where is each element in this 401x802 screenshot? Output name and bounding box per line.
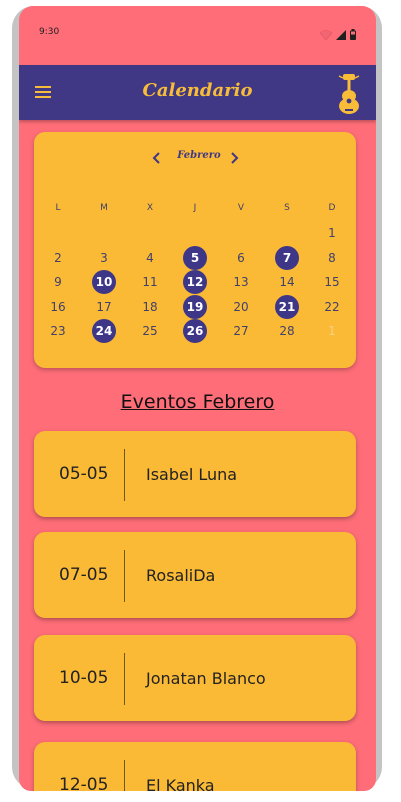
wifi-icon — [320, 30, 332, 40]
calendar-day[interactable]: 9 — [46, 270, 70, 294]
calendar-day[interactable]: 18 — [138, 295, 162, 319]
calendar-day[interactable]: 28 — [275, 319, 299, 343]
calendar-card: Febrero L M X J V S D 1 2 3 4 5 6 7 8 9 10 11 12 13 1… — [34, 132, 356, 368]
event-card[interactable]: 07-05 RosaliDa — [34, 532, 356, 618]
event-date: 12-05 — [59, 775, 109, 791]
guitar-logo-icon — [338, 74, 360, 114]
weekday-label: D — [328, 203, 336, 213]
event-date: 10-05 — [59, 668, 109, 688]
weekday-label: J — [193, 203, 197, 213]
event-card[interactable]: 10-05 Jonatan Blanco — [34, 635, 356, 721]
calendar-day[interactable]: 10 — [92, 270, 116, 294]
calendar-day[interactable]: 13 — [229, 270, 253, 294]
calendar-day[interactable]: 25 — [138, 319, 162, 343]
event-card[interactable]: 12-05 El Kanka — [34, 742, 356, 791]
month-label: Febrero — [177, 150, 221, 161]
event-artist: RosaliDa — [146, 566, 216, 585]
month-navigation: Febrero — [34, 148, 356, 168]
event-artist: El Kanka — [146, 776, 215, 791]
calendar-day[interactable]: 26 — [183, 319, 207, 343]
calendar-day[interactable]: 16 — [46, 295, 70, 319]
calendar-day[interactable]: 6 — [229, 246, 253, 270]
event-divider — [124, 760, 125, 791]
weekday-label: X — [146, 203, 154, 213]
app-screen: 9:30 Calendario Febrero L M X J V S D 1 … — [19, 6, 376, 791]
event-divider — [124, 653, 125, 705]
battery-icon — [350, 29, 356, 40]
calendar-day[interactable]: 24 — [92, 319, 116, 343]
calendar-day[interactable]: 1 — [320, 221, 344, 245]
weekday-label: S — [284, 203, 290, 213]
signal-icon — [336, 30, 346, 40]
calendar-day[interactable]: 11 — [138, 270, 162, 294]
event-divider — [124, 449, 125, 501]
calendar-day[interactable]: 23 — [46, 319, 70, 343]
calendar-day[interactable]: 22 — [320, 295, 344, 319]
calendar-day[interactable]: 2 — [46, 246, 70, 270]
status-bar: 9:30 — [19, 6, 376, 64]
calendar-day[interactable]: 27 — [229, 319, 253, 343]
status-icons — [320, 28, 356, 40]
weekday-label: V — [237, 203, 245, 213]
calendar-day[interactable]: 1 — [320, 319, 344, 343]
status-time: 9:30 — [39, 27, 60, 37]
chevron-right-icon[interactable] — [226, 150, 242, 166]
calendar-day[interactable]: 12 — [183, 270, 207, 294]
calendar-day[interactable]: 7 — [275, 246, 299, 270]
weekday-label: L — [55, 203, 61, 213]
event-card[interactable]: 05-05 Isabel Luna — [34, 431, 356, 517]
calendar-day[interactable]: 8 — [320, 246, 344, 270]
weekday-label: M — [100, 203, 108, 213]
calendar-day[interactable]: 5 — [183, 246, 207, 270]
calendar-day[interactable]: 3 — [92, 246, 116, 270]
calendar-day[interactable]: 4 — [138, 246, 162, 270]
calendar-day[interactable]: 14 — [275, 270, 299, 294]
event-divider — [124, 550, 125, 602]
event-artist: Isabel Luna — [146, 465, 238, 484]
calendar-day[interactable]: 20 — [229, 295, 253, 319]
app-bar: Calendario — [19, 65, 376, 120]
chevron-left-icon[interactable] — [149, 150, 165, 166]
calendar-day[interactable]: 15 — [320, 270, 344, 294]
event-artist: Jonatan Blanco — [146, 669, 266, 688]
calendar-day[interactable]: 19 — [183, 295, 207, 319]
event-date: 05-05 — [59, 464, 109, 484]
event-date: 07-05 — [59, 565, 109, 585]
calendar-day[interactable]: 17 — [92, 295, 116, 319]
app-title: Calendario — [142, 80, 253, 101]
events-section-title: Eventos Febrero — [120, 391, 275, 413]
calendar-day[interactable]: 21 — [275, 295, 299, 319]
